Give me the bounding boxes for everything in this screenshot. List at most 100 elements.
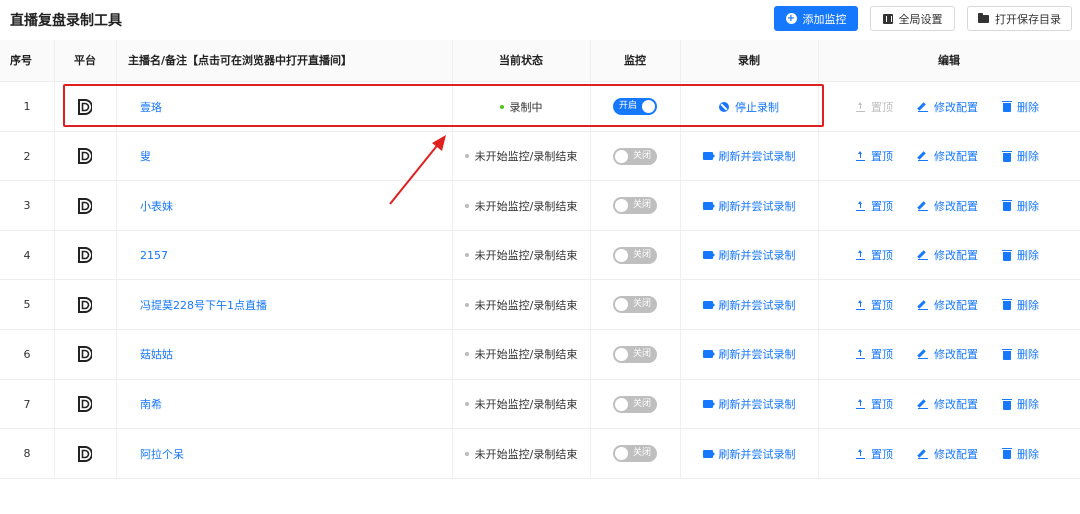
delete-button[interactable]: 删除 (1002, 99, 1039, 115)
pin-top-icon (856, 151, 865, 162)
add-monitor-label: 添加监控 (802, 12, 847, 26)
monitor-toggle[interactable]: 关闭 (613, 445, 657, 463)
douyu-platform-icon (78, 396, 92, 413)
status-dot-icon (464, 451, 469, 456)
table-row: 6 菇姑姑 未开始监控/录制结束 关闭 刷新并尝试录制 置顶 修改配置 删除 (0, 329, 1080, 380)
status-text: 未开始监控/录制结束 (464, 396, 577, 412)
monitor-toggle[interactable]: 关闭 (613, 246, 657, 264)
pin-top-icon (856, 399, 865, 410)
douyu-platform-icon (78, 346, 92, 363)
pin-top-button[interactable]: 置顶 (856, 446, 893, 462)
streamer-name-link[interactable]: 南希 (140, 396, 162, 412)
pin-top-icon (856, 250, 865, 261)
streamer-name-link[interactable]: 壹珞 (140, 99, 162, 115)
streamer-name-link[interactable]: 小表妹 (140, 198, 173, 214)
row-index: 5 (23, 298, 31, 312)
video-camera-icon (702, 350, 713, 359)
streamer-name-link[interactable]: 阿拉个呆 (140, 446, 184, 462)
status-text: 未开始监控/录制结束 (464, 346, 577, 362)
delete-button[interactable]: 删除 (1002, 297, 1039, 313)
streamer-name-link[interactable]: 冯提莫228号下午1点直播 (140, 297, 267, 313)
edit-config-button[interactable]: 修改配置 (918, 396, 978, 412)
delete-button[interactable]: 删除 (1002, 198, 1039, 214)
edit-config-button[interactable]: 修改配置 (918, 148, 978, 164)
edit-config-button[interactable]: 修改配置 (918, 346, 978, 362)
video-camera-icon (702, 201, 713, 210)
edit-config-button[interactable]: 修改配置 (918, 198, 978, 214)
row-index: 8 (23, 447, 31, 461)
status-text: 录制中 (499, 99, 543, 115)
add-monitor-button[interactable]: + 添加监控 (774, 6, 858, 31)
delete-button[interactable]: 删除 (1002, 247, 1039, 263)
pin-top-button[interactable]: 置顶 (856, 99, 893, 115)
open-save-dir-label: 打开保存目录 (995, 12, 1061, 26)
row-index: 6 (23, 347, 31, 361)
streamer-name-link[interactable]: 叟 (140, 148, 151, 164)
pin-top-button[interactable]: 置顶 (856, 148, 893, 164)
monitor-toggle[interactable]: 关闭 (613, 147, 657, 165)
delete-button[interactable]: 删除 (1002, 396, 1039, 412)
stop-record-button[interactable]: 停止录制 (719, 99, 779, 115)
pin-top-button[interactable]: 置顶 (856, 247, 893, 263)
table-body: 1 壹珞 录制中 开启 停止录制 置顶 修改配置 删除 2 叟未开始监控/录制结束 关闭 刷新并尝试录… (0, 82, 1080, 479)
status-text: 未开始监控/录制结束 (464, 247, 577, 263)
edit-config-button[interactable]: 修改配置 (918, 297, 978, 313)
douyu-platform-icon (78, 296, 92, 313)
video-camera-icon (702, 400, 713, 409)
pin-top-button[interactable]: 置顶 (856, 198, 893, 214)
delete-button[interactable]: 删除 (1002, 346, 1039, 362)
folder-open-icon (978, 12, 989, 23)
douyu-platform-icon (78, 445, 92, 462)
header-name: 主播名/备注【点击可在浏览器中打开直播间】 (128, 54, 353, 67)
refresh-record-button[interactable]: 刷新并尝试录制 (702, 396, 796, 412)
table-row: 8 阿拉个呆 未开始监控/录制结束 关闭 刷新并尝试录制 置顶 修改配置 删除 (0, 429, 1080, 479)
streamer-name-link[interactable]: 2157 (140, 249, 168, 262)
refresh-record-button[interactable]: 刷新并尝试录制 (702, 148, 796, 164)
table-row: 2 叟 未开始监控/录制结束 关闭 刷新并尝试录制 置顶 修改配置 删除 (0, 131, 1080, 182)
monitor-toggle[interactable]: 关闭 (613, 345, 657, 363)
monitor-toggle[interactable]: 关闭 (613, 197, 657, 215)
row-index: 4 (23, 248, 31, 262)
monitor-toggle[interactable]: 开启 (613, 98, 657, 115)
stream-table: 序号 平台 主播名/备注【点击可在浏览器中打开直播间】 当前状态 监控 录制 编… (0, 40, 1080, 479)
edit-icon (918, 151, 928, 162)
pin-top-button[interactable]: 置顶 (856, 396, 893, 412)
edit-config-button[interactable]: 修改配置 (918, 247, 978, 263)
status-dot-icon (464, 402, 469, 407)
ban-icon (719, 101, 729, 112)
status-dot-icon (499, 104, 504, 109)
trash-icon (1002, 200, 1012, 212)
open-save-dir-button[interactable]: 打开保存目录 (967, 6, 1072, 31)
status-text: 未开始监控/录制结束 (464, 198, 577, 214)
edit-icon (918, 102, 928, 112)
monitor-toggle[interactable]: 关闭 (613, 296, 657, 314)
monitor-toggle[interactable]: 关闭 (613, 395, 657, 413)
edit-config-button[interactable]: 修改配置 (918, 446, 978, 462)
streamer-name-link[interactable]: 菇姑姑 (140, 346, 173, 362)
header-edit: 编辑 (938, 54, 960, 67)
video-camera-icon (702, 449, 713, 458)
delete-button[interactable]: 删除 (1002, 446, 1039, 462)
video-camera-icon (702, 300, 713, 309)
table-row: 5 冯提莫228号下午1点直播 未开始监控/录制结束 关闭 刷新并尝试录制 置顶 修改配置 删… (0, 280, 1080, 330)
refresh-record-button[interactable]: 刷新并尝试录制 (702, 247, 796, 263)
table-row: 4 2157 未开始监控/录制结束 关闭 刷新并尝试录制 置顶 修改配置 删除 (0, 230, 1080, 281)
global-settings-button[interactable]: 全局设置 (870, 6, 955, 31)
trash-icon (1002, 299, 1012, 311)
settings-icon (882, 13, 893, 24)
table-row: 7 南希 未开始监控/录制结束 关闭 刷新并尝试录制 置顶 修改配置 删除 (0, 379, 1080, 430)
delete-button[interactable]: 删除 (1002, 148, 1039, 164)
pin-top-button[interactable]: 置顶 (856, 346, 893, 362)
refresh-record-button[interactable]: 刷新并尝试录制 (702, 198, 796, 214)
table-row: 1 壹珞 录制中 开启 停止录制 置顶 修改配置 删除 (0, 82, 1080, 132)
status-text: 未开始监控/录制结束 (464, 446, 577, 462)
pin-top-icon (856, 349, 865, 360)
pin-top-button[interactable]: 置顶 (856, 297, 893, 313)
refresh-record-button[interactable]: 刷新并尝试录制 (702, 297, 796, 313)
edit-icon (918, 250, 928, 261)
refresh-record-button[interactable]: 刷新并尝试录制 (702, 446, 796, 462)
edit-config-button[interactable]: 修改配置 (918, 99, 978, 115)
refresh-record-button[interactable]: 刷新并尝试录制 (702, 346, 796, 362)
douyu-platform-icon (78, 98, 92, 115)
status-dot-icon (464, 302, 469, 307)
